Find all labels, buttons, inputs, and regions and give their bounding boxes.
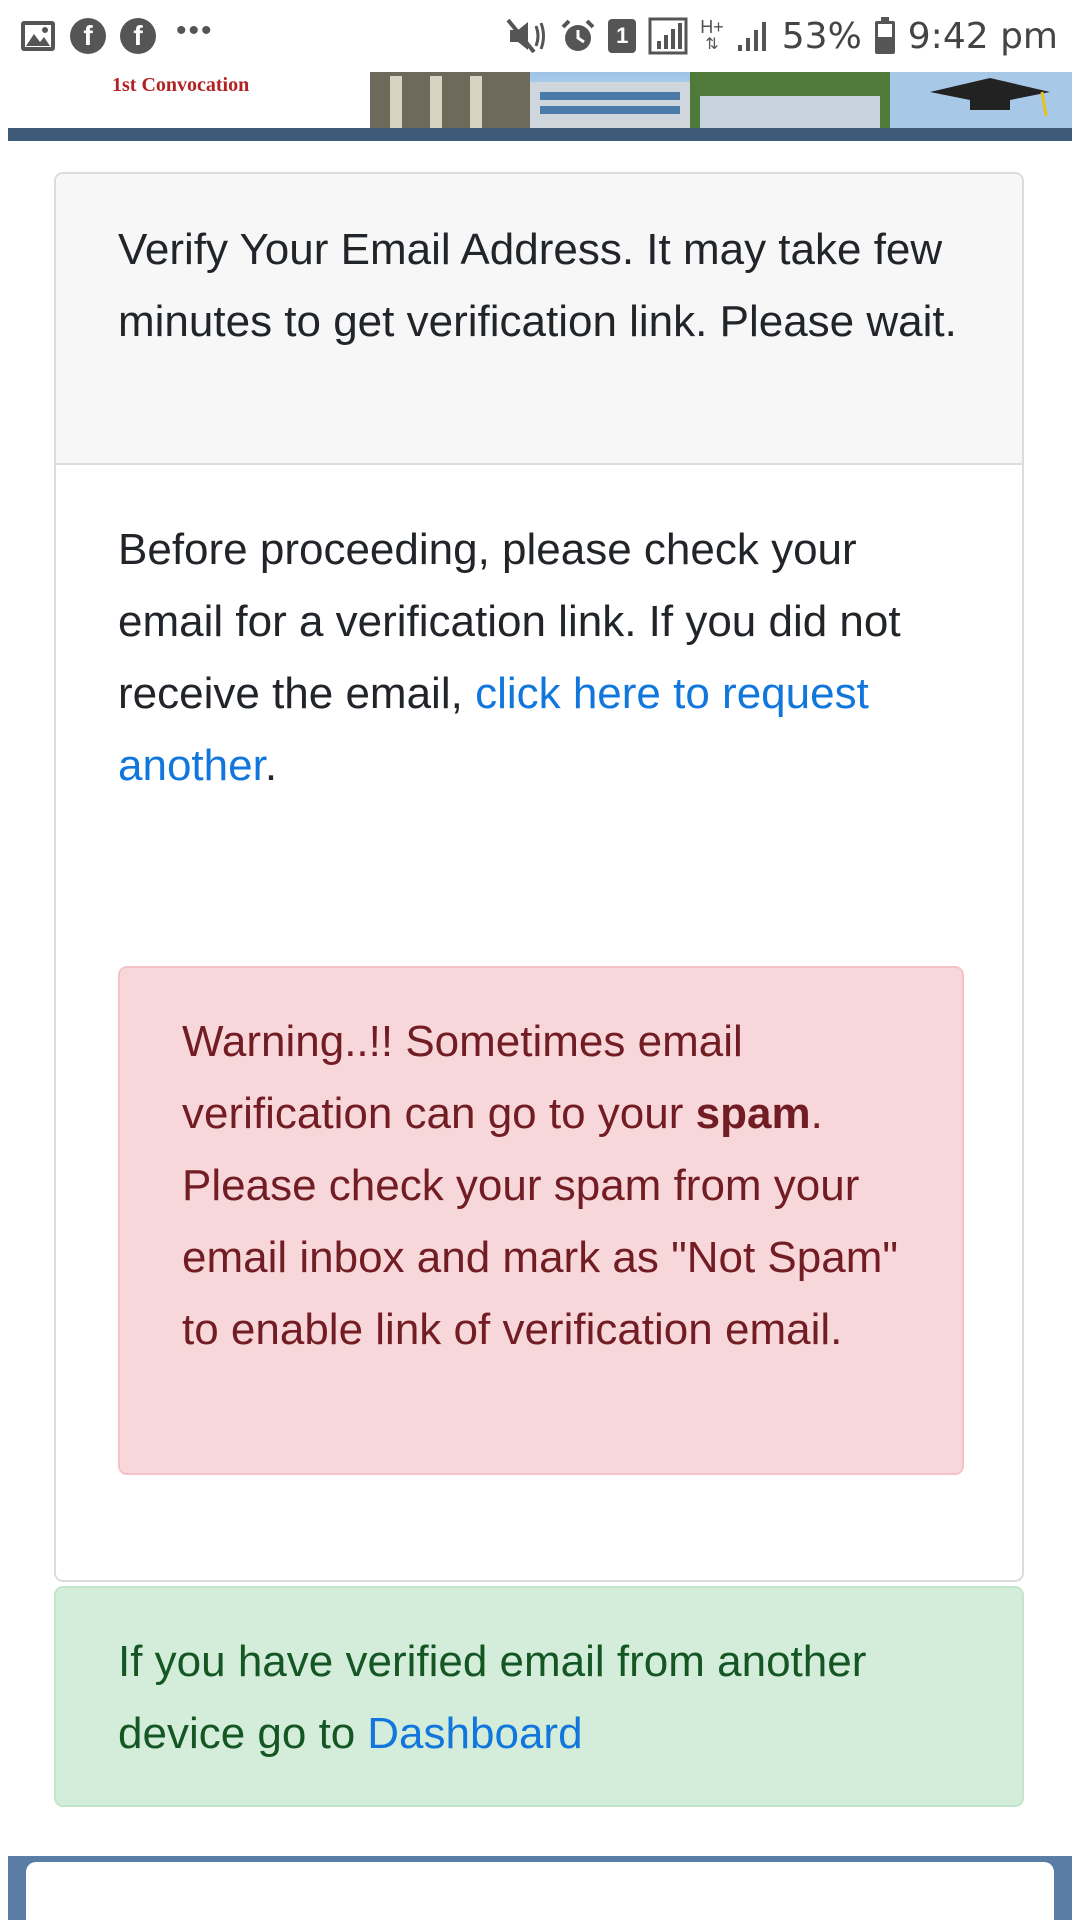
card-header: Verify Your Email Address. It may take f… [56, 174, 1022, 465]
network-type-label: H+ [700, 17, 724, 37]
verified-elsewhere-alert: If you have verified email from another … [54, 1586, 1024, 1807]
notification-count-badge: 1 [608, 19, 637, 53]
status-bar-left: f f ••• [20, 0, 228, 72]
warning-spam-strong: spam [695, 1089, 811, 1138]
data-arrows-icon: ⇅ [705, 36, 719, 53]
facebook-icon: f [120, 18, 156, 54]
facebook-icon: f [70, 18, 106, 54]
dashboard-link[interactable]: Dashboard [367, 1709, 582, 1758]
image-icon [20, 20, 56, 52]
header-divider-bar [8, 128, 1072, 141]
mute-vibrate-icon [506, 18, 548, 54]
convocation-logo-text: 1st Convocation [112, 74, 250, 96]
spam-warning-alert: Warning..!! Sometimes email verification… [118, 966, 964, 1475]
battery-percent: 53% [781, 15, 862, 57]
status-bar: f f ••• 1 H+ ⇅ 53% 9:42 pm [0, 0, 1080, 72]
card-title: Verify Your Email Address. It may take f… [118, 225, 957, 346]
cell-signal-icon [736, 19, 770, 53]
footer-panel [26, 1862, 1054, 1920]
header-banner: 1st Convocation [8, 72, 1072, 128]
network-type-icon: H+ ⇅ [700, 18, 724, 54]
banner-image [370, 72, 1072, 128]
status-bar-right: 1 H+ ⇅ 53% 9:42 pm [494, 0, 1058, 72]
alarm-icon [560, 18, 596, 54]
battery-icon [874, 17, 896, 55]
footer [8, 1856, 1072, 1920]
warning-text-before: Warning..!! Sometimes email verification… [182, 1017, 743, 1138]
signal-box-icon [648, 17, 688, 55]
verify-email-card: Verify Your Email Address. It may take f… [54, 172, 1024, 1582]
clock: 9:42 pm [907, 15, 1058, 57]
more-icon: ••• [176, 14, 214, 47]
verification-message: Before proceeding, please check your ema… [118, 514, 964, 802]
verification-message-period: . [264, 741, 278, 790]
